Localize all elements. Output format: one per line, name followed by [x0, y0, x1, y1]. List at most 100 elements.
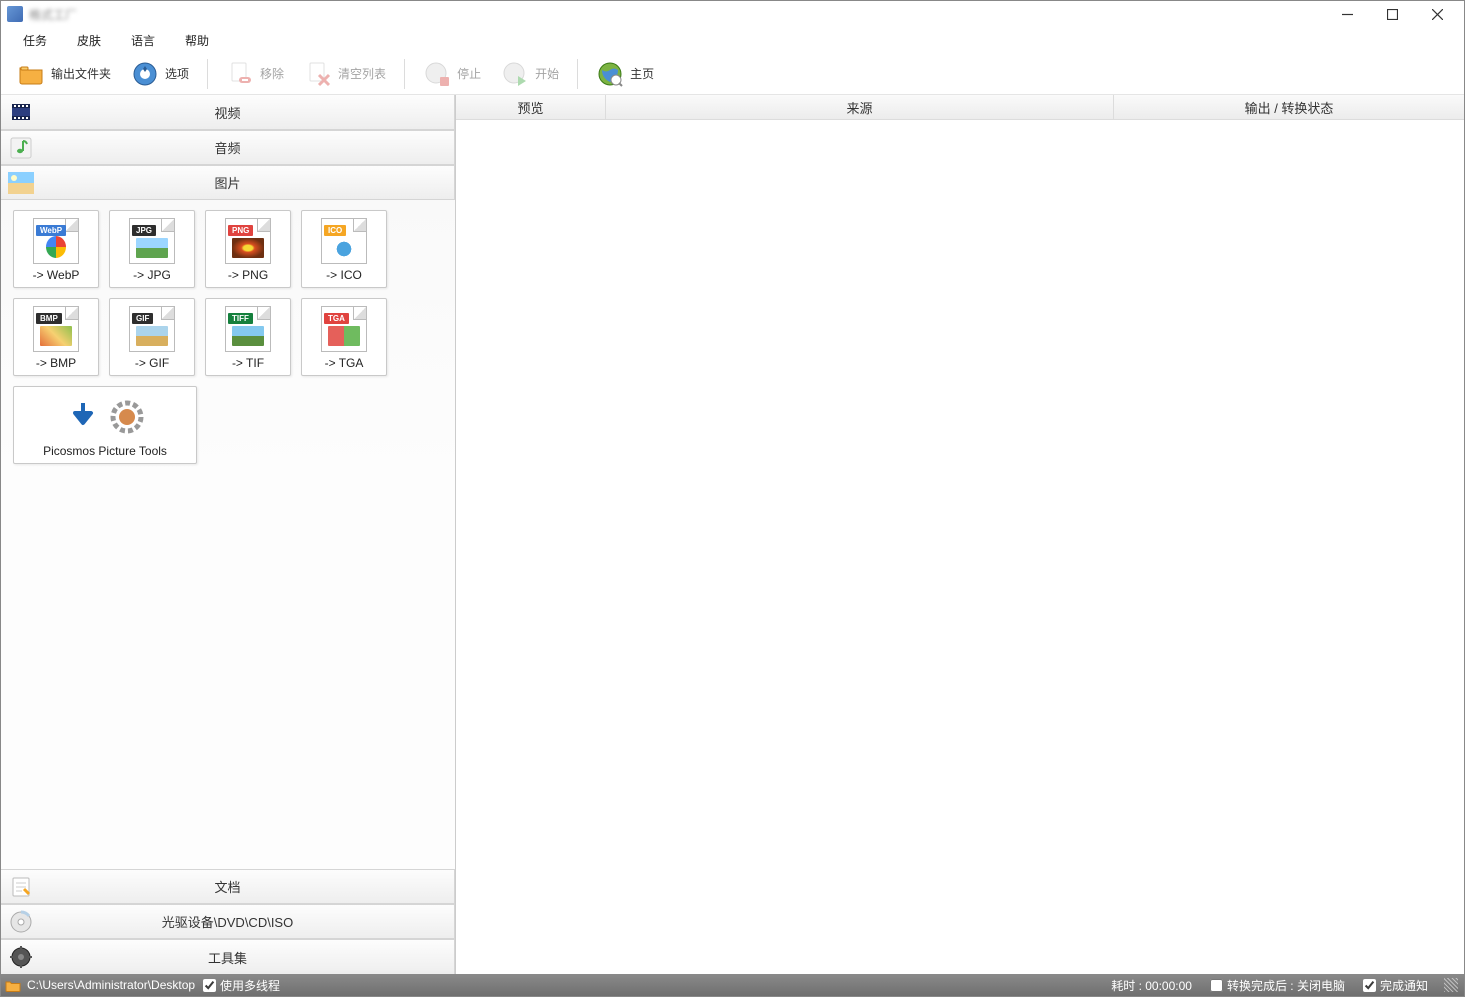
notify-checkbox[interactable] [1363, 979, 1376, 992]
file-ico-icon: ICO [321, 218, 367, 264]
picture-icon [8, 170, 34, 196]
category-video-label: 视频 [41, 103, 454, 122]
menu-language[interactable]: 语言 [123, 28, 163, 53]
clear-list-label: 清空列表 [338, 65, 386, 82]
app-title: 格式工厂 [29, 6, 77, 23]
format-ico[interactable]: ICO -> ICO [301, 210, 387, 288]
format-webp[interactable]: WebP -> WebP [13, 210, 99, 288]
minimize-button[interactable] [1325, 1, 1370, 27]
category-image[interactable]: 图片 [1, 165, 455, 200]
start-label: 开始 [535, 65, 559, 82]
category-document-label: 文档 [41, 877, 454, 896]
gear-colorful-icon [109, 399, 145, 435]
file-tga-icon: TGA [321, 306, 367, 352]
close-button[interactable] [1415, 1, 1460, 27]
shutdown-checkbox[interactable] [1210, 979, 1223, 992]
file-webp-icon: WebP [33, 218, 79, 264]
menubar: 任务 皮肤 语言 帮助 [1, 27, 1464, 53]
globe-icon [596, 60, 624, 88]
separator [577, 59, 578, 89]
content-panel: 预览 来源 输出 / 转换状态 [456, 95, 1464, 974]
menu-skin[interactable]: 皮肤 [69, 28, 109, 53]
titlebar: 格式工厂 [1, 1, 1464, 27]
shutdown-label: 转换完成后 : 关闭电脑 [1227, 977, 1345, 994]
gear-dark-icon [8, 944, 34, 970]
output-folder-button[interactable]: 输出文件夹 [9, 56, 119, 92]
options-button[interactable]: 选项 [123, 56, 197, 92]
format-tga[interactable]: TGA -> TGA [301, 298, 387, 376]
picosmos-tools[interactable]: Picosmos Picture Tools [13, 386, 197, 464]
format-label: -> ICO [326, 268, 362, 282]
format-label: -> TGA [325, 356, 364, 370]
category-disc-label: 光驱设备\DVD\CD\ISO [41, 912, 454, 931]
document-icon [8, 874, 34, 900]
notify-check[interactable]: 完成通知 [1355, 977, 1428, 994]
clear-list-button: 清空列表 [296, 56, 394, 92]
play-icon [501, 60, 529, 88]
format-gif[interactable]: GIF -> GIF [109, 298, 195, 376]
file-list-area[interactable] [456, 120, 1464, 974]
category-audio[interactable]: 音频 [1, 130, 455, 165]
notify-label: 完成通知 [1380, 977, 1428, 994]
film-icon [8, 99, 34, 125]
file-png-icon: PNG [225, 218, 271, 264]
format-label: -> WebP [33, 268, 80, 282]
format-label: -> GIF [135, 356, 169, 370]
format-label: -> BMP [36, 356, 76, 370]
music-note-icon [8, 135, 34, 161]
format-label: -> TIF [232, 356, 264, 370]
folder-small-icon[interactable] [5, 977, 21, 993]
separator [207, 59, 208, 89]
maximize-button[interactable] [1370, 1, 1415, 27]
format-label: -> PNG [228, 268, 268, 282]
column-headers: 预览 来源 输出 / 转换状态 [456, 95, 1464, 120]
folder-icon [17, 60, 45, 88]
output-folder-label: 输出文件夹 [51, 65, 111, 82]
format-bmp[interactable]: BMP -> BMP [13, 298, 99, 376]
home-label: 主页 [630, 65, 654, 82]
format-label: -> JPG [133, 268, 171, 282]
file-gif-icon: GIF [129, 306, 175, 352]
statusbar: C:\Users\Administrator\Desktop 使用多线程 耗时 … [1, 974, 1464, 996]
home-button[interactable]: 主页 [588, 56, 662, 92]
column-source[interactable]: 来源 [606, 95, 1114, 119]
arrow-down-icon [65, 399, 101, 435]
shutdown-check[interactable]: 转换完成后 : 关闭电脑 [1202, 977, 1345, 994]
app-icon [7, 6, 23, 22]
category-tools-label: 工具集 [41, 948, 454, 967]
format-tif[interactable]: TIFF -> TIF [205, 298, 291, 376]
disc-icon [8, 909, 34, 935]
multithread-check[interactable]: 使用多线程 [195, 977, 280, 994]
stop-icon [423, 60, 451, 88]
column-status[interactable]: 输出 / 转换状态 [1114, 95, 1464, 119]
multithread-checkbox[interactable] [203, 979, 216, 992]
column-preview[interactable]: 预览 [456, 95, 606, 119]
category-image-label: 图片 [41, 173, 454, 192]
document-minus-icon [226, 60, 254, 88]
format-png[interactable]: PNG -> PNG [205, 210, 291, 288]
format-jpg[interactable]: JPG -> JPG [109, 210, 195, 288]
start-button: 开始 [493, 56, 567, 92]
elapsed-block: 耗时 : 00:00:00 [1111, 977, 1192, 994]
multithread-label: 使用多线程 [220, 977, 280, 994]
menu-task[interactable]: 任务 [15, 28, 55, 53]
elapsed-time: 00:00:00 [1145, 979, 1192, 993]
remove-label: 移除 [260, 65, 284, 82]
category-document[interactable]: 文档 [1, 869, 455, 904]
image-format-grid: WebP -> WebP JPG -> JPG PNG -> PNG [1, 200, 455, 474]
file-bmp-icon: BMP [33, 306, 79, 352]
category-tools[interactable]: 工具集 [1, 939, 455, 974]
separator [404, 59, 405, 89]
sidebar: 视频 音频 图片 WebP -> WebP [1, 95, 456, 974]
document-x-icon [304, 60, 332, 88]
category-audio-label: 音频 [41, 138, 454, 157]
options-label: 选项 [165, 65, 189, 82]
menu-help[interactable]: 帮助 [177, 28, 217, 53]
category-video[interactable]: 视频 [1, 95, 455, 130]
output-path[interactable]: C:\Users\Administrator\Desktop [27, 978, 195, 992]
stop-label: 停止 [457, 65, 481, 82]
remove-button: 移除 [218, 56, 292, 92]
stop-button: 停止 [415, 56, 489, 92]
resize-grip[interactable] [1444, 978, 1458, 992]
category-disc[interactable]: 光驱设备\DVD\CD\ISO [1, 904, 455, 939]
